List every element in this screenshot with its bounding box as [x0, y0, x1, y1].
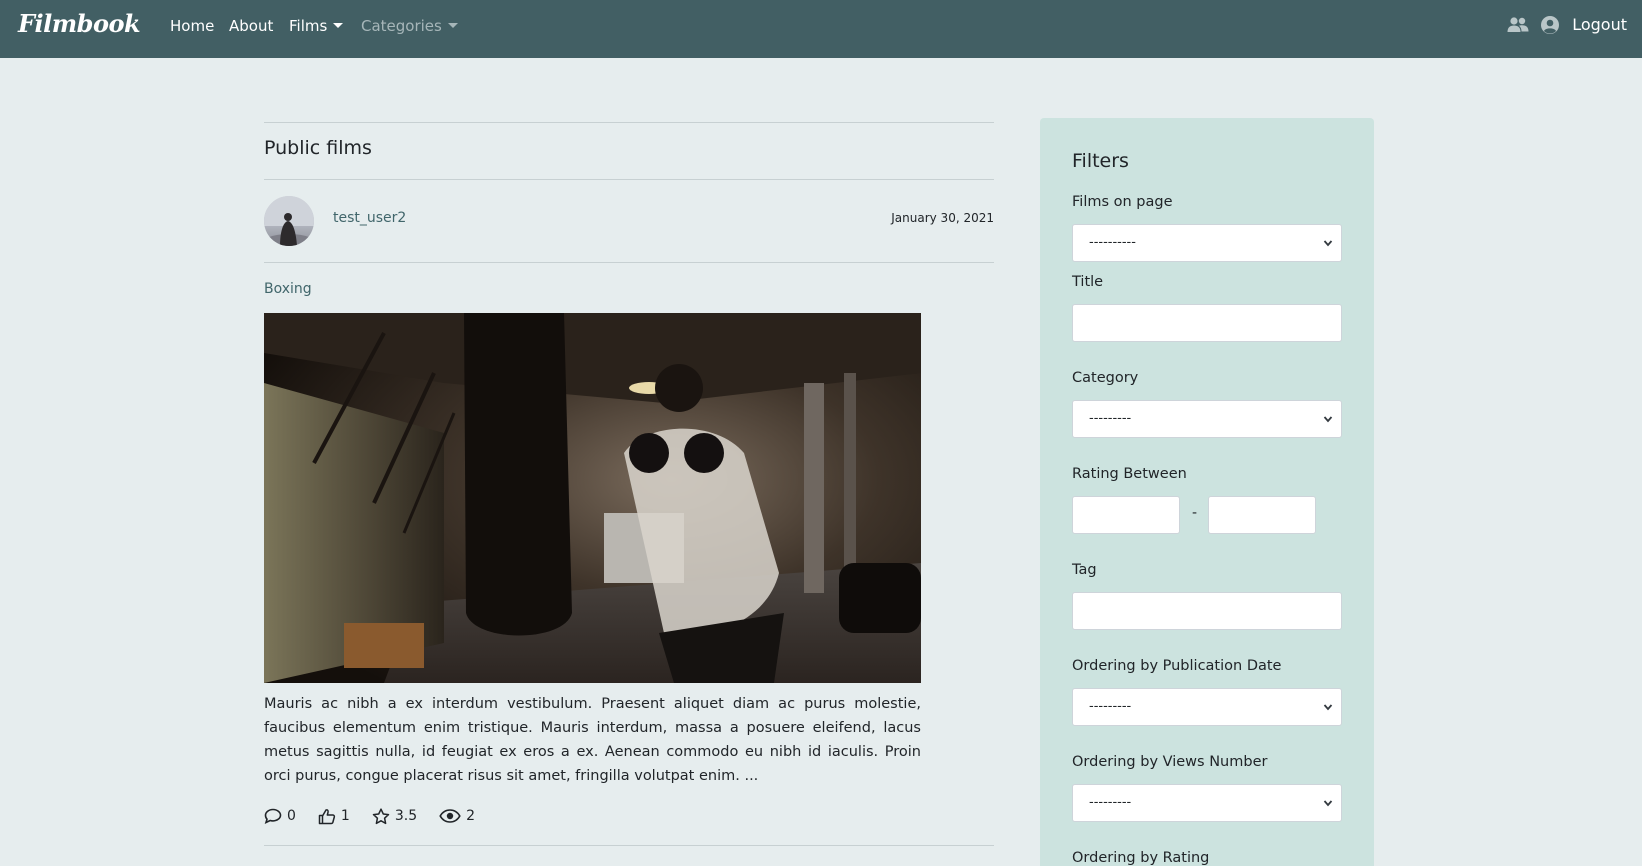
rating-stat[interactable]: 3.5	[372, 807, 418, 825]
comments-count: 0	[287, 808, 296, 824]
avatar[interactable]	[264, 196, 314, 246]
chevron-down-icon	[1323, 800, 1333, 807]
nav-categories-label: Categories	[361, 17, 442, 35]
title-label: Title	[1072, 274, 1104, 290]
films-on-page-select[interactable]: ----------	[1072, 224, 1342, 262]
post-author-link[interactable]: test_user2	[333, 210, 406, 226]
rating-value: 3.5	[394, 808, 418, 824]
rating-between-label: Rating Between	[1072, 466, 1187, 482]
views-count: 2	[466, 808, 476, 824]
rating-max-input[interactable]	[1208, 496, 1316, 534]
divider	[264, 845, 994, 846]
chevron-down-icon	[1323, 704, 1333, 711]
thumbs-up-icon	[318, 808, 336, 824]
nav-films-dropdown[interactable]: Films	[289, 17, 344, 35]
post-stats: 0 1 3.5 2	[264, 805, 497, 827]
views-stat: 2	[439, 808, 475, 824]
tag-label: Tag	[1072, 562, 1097, 578]
divider	[264, 122, 994, 123]
logout-link[interactable]: Logout	[1572, 15, 1627, 34]
rating-separator: -	[1192, 505, 1198, 521]
caret-down-icon	[333, 22, 344, 28]
category-label: Category	[1072, 370, 1139, 386]
chevron-down-icon	[1323, 240, 1333, 247]
nav-about[interactable]: About	[229, 17, 273, 35]
comments-stat[interactable]: 0	[264, 808, 296, 824]
filters-title: Filters	[1072, 150, 1129, 172]
divider	[264, 262, 994, 263]
films-on-page-label: Films on page	[1072, 194, 1173, 210]
eye-icon	[439, 809, 461, 823]
divider	[264, 179, 994, 180]
users-icon[interactable]	[1507, 15, 1529, 35]
nav-categories-dropdown[interactable]: Categories	[361, 17, 458, 35]
page-title: Public films	[264, 137, 372, 159]
ordering-pub-date-label: Ordering by Publication Date	[1072, 658, 1282, 674]
rating-min-input[interactable]	[1072, 496, 1180, 534]
ordering-pub-date-select[interactable]: ---------	[1072, 688, 1342, 726]
likes-stat[interactable]: 1	[318, 808, 350, 825]
nav-home[interactable]: Home	[170, 17, 214, 35]
caret-down-icon	[447, 22, 458, 28]
category-value: ---------	[1089, 411, 1132, 426]
ordering-rating-label: Ordering by Rating	[1072, 850, 1210, 866]
ordering-views-label: Ordering by Views Number	[1072, 754, 1268, 770]
star-icon	[372, 807, 390, 824]
post-category-link[interactable]: Boxing	[264, 281, 312, 297]
user-circle-icon[interactable]	[1540, 15, 1562, 35]
ordering-views-select[interactable]: ---------	[1072, 784, 1342, 822]
likes-count: 1	[340, 808, 350, 824]
title-input[interactable]	[1072, 304, 1342, 342]
post-excerpt: Mauris ac nibh a ex interdum vestibulum.…	[264, 696, 921, 784]
nav-films-label: Films	[289, 17, 328, 35]
category-select[interactable]: ---------	[1072, 400, 1342, 438]
filters-panel: Filters Films on page ---------- Title C…	[1040, 118, 1374, 866]
top-navbar: Filmbook Home About Films Categories Log…	[0, 0, 1642, 58]
comment-icon	[264, 808, 282, 824]
brand-logo[interactable]: Filmbook	[18, 9, 141, 38]
tag-input[interactable]	[1072, 592, 1342, 630]
films-on-page-value: ----------	[1089, 235, 1136, 250]
ordering-pub-date-value: ---------	[1089, 699, 1132, 714]
post-image[interactable]	[264, 313, 921, 683]
chevron-down-icon	[1323, 416, 1333, 423]
post-date: January 30, 2021	[891, 211, 994, 225]
ordering-views-value: ---------	[1089, 795, 1132, 810]
